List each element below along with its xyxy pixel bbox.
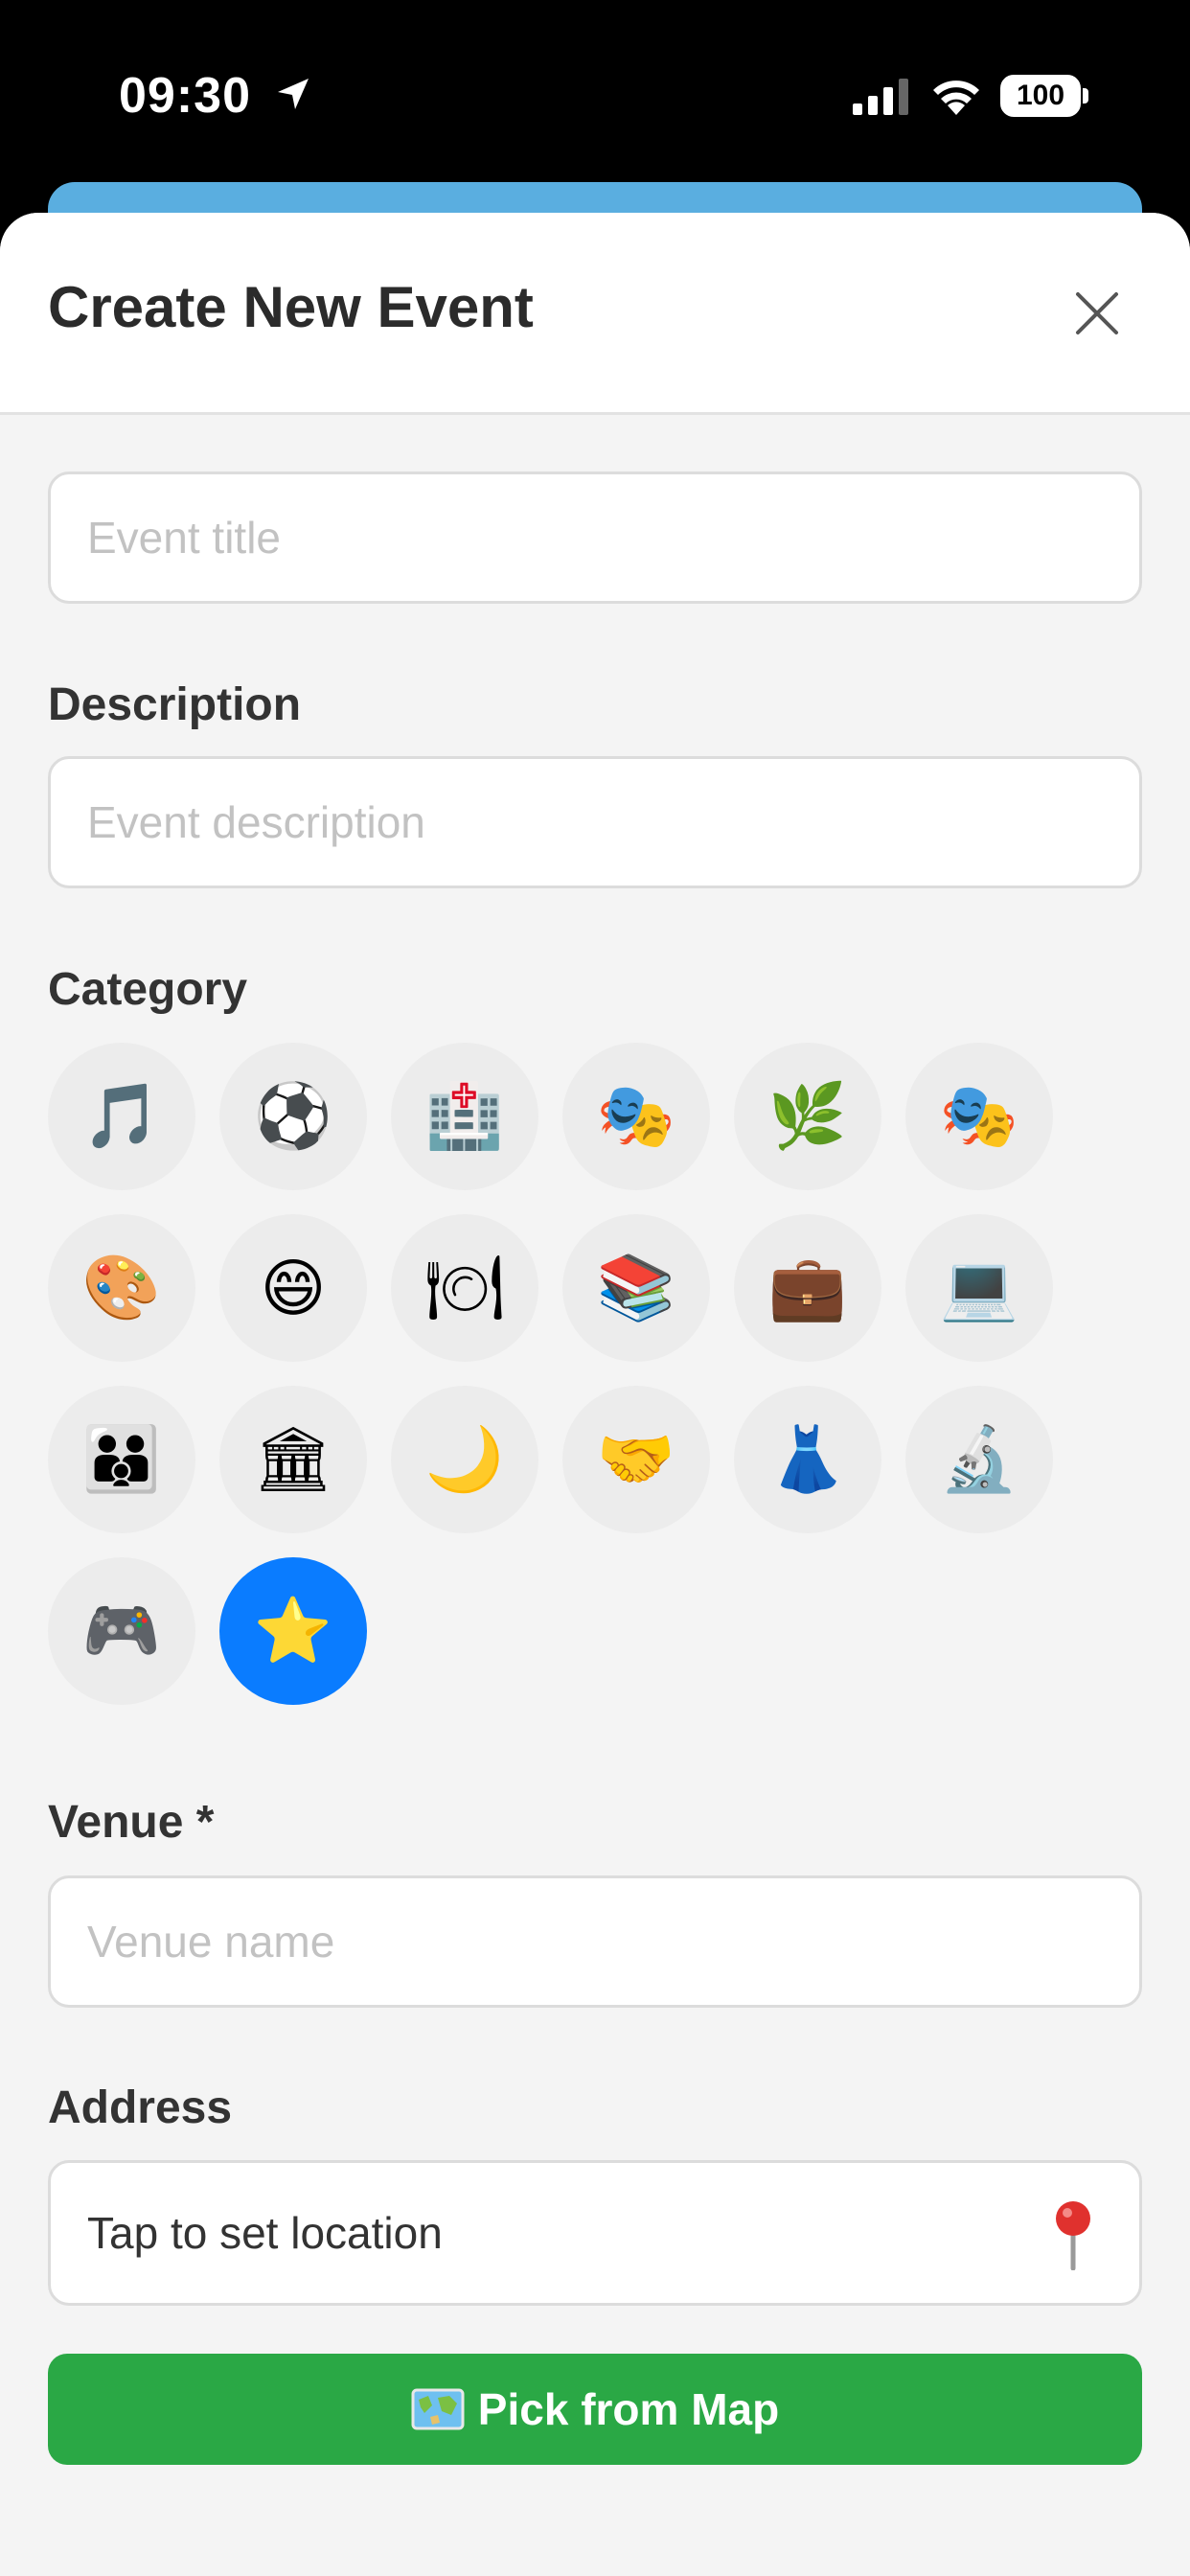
dress-icon: 👗	[767, 1422, 848, 1496]
category-option-theater-masks[interactable]: 🎭	[905, 1043, 1053, 1190]
artist-palette-icon: 🎨	[81, 1251, 162, 1324]
category-option-grinning-face[interactable]: 😄	[219, 1214, 367, 1362]
address-field[interactable]: Tap to set location	[48, 2160, 1142, 2306]
category-option-plate-cutlery[interactable]: 🍽	[391, 1214, 538, 1362]
classical-building-icon: 🏛	[253, 1422, 333, 1496]
description-label: Description	[48, 679, 302, 730]
address-label: Address	[48, 2082, 233, 2133]
category-option-dress[interactable]: 👗	[734, 1386, 881, 1533]
wifi-icon	[933, 80, 979, 115]
event-description-input[interactable]: Event description	[48, 756, 1142, 888]
world-map-icon	[411, 2388, 465, 2430]
close-icon	[1076, 292, 1118, 334]
cellular-signal-icon	[853, 79, 908, 115]
star-icon: ⭐	[253, 1594, 333, 1668]
crescent-moon-icon: 🌙	[424, 1422, 505, 1496]
handshake-icon: 🤝	[596, 1422, 676, 1496]
category-option-classical-building[interactable]: 🏛	[219, 1386, 367, 1533]
category-option-hospital[interactable]: 🏥	[391, 1043, 538, 1190]
briefcase-icon: 💼	[767, 1251, 848, 1324]
category-option-briefcase[interactable]: 💼	[734, 1214, 881, 1362]
theater-masks-icon: 🎭	[939, 1079, 1019, 1153]
game-controller-icon: 🎮	[81, 1594, 162, 1668]
category-option-laptop[interactable]: 💻	[905, 1214, 1053, 1362]
event-title-input[interactable]: Event title	[48, 472, 1142, 604]
category-option-family[interactable]: 👪	[48, 1386, 195, 1533]
grinning-face-icon: 😄	[260, 1251, 327, 1325]
category-option-soccer-ball[interactable]: ⚽	[219, 1043, 367, 1190]
venue-label: Venue *	[48, 1797, 215, 1848]
plate-cutlery-icon: 🍽	[424, 1251, 505, 1324]
books-icon: 📚	[596, 1251, 676, 1324]
venue-name-input[interactable]: Venue name	[48, 1875, 1142, 2008]
category-option-crescent-moon[interactable]: 🌙	[391, 1386, 538, 1533]
hospital-icon: 🏥	[424, 1079, 505, 1153]
battery-indicator: 100	[1000, 75, 1081, 117]
category-option-artist-palette[interactable]: 🎨	[48, 1214, 195, 1362]
category-option-books[interactable]: 📚	[562, 1214, 710, 1362]
pick-from-map-label: Pick from Map	[477, 2384, 780, 2434]
theater-masks-icon: 🎭	[596, 1079, 676, 1153]
category-option-music-note[interactable]: 🎵	[48, 1043, 195, 1190]
status-time: 09:30	[119, 68, 251, 124]
category-option-microscope[interactable]: 🔬	[905, 1386, 1053, 1533]
pick-from-map-button[interactable]: Pick from Map	[48, 2354, 1142, 2465]
herb-icon: 🌿	[767, 1079, 848, 1153]
sheet-header: Create New Event	[0, 213, 1190, 415]
status-bar: 09:30 100	[0, 0, 1190, 182]
category-option-herb[interactable]: 🌿	[734, 1043, 881, 1190]
soccer-ball-icon: ⚽	[253, 1079, 333, 1153]
category-option-theater-masks[interactable]: 🎭	[562, 1043, 710, 1190]
sheet-title: Create New Event	[48, 275, 534, 339]
battery-tip	[1083, 88, 1088, 104]
map-pin-icon	[1056, 2201, 1090, 2270]
category-option-game-controller[interactable]: 🎮	[48, 1557, 195, 1705]
category-option-handshake[interactable]: 🤝	[562, 1386, 710, 1533]
create-event-sheet: Create New Event Event title Description…	[0, 213, 1190, 2576]
family-icon: 👪	[81, 1422, 162, 1496]
address-value: Tap to set location	[87, 2208, 443, 2258]
category-option-star[interactable]: ⭐	[219, 1557, 367, 1705]
music-note-icon: 🎵	[81, 1079, 162, 1153]
laptop-icon: 💻	[939, 1251, 1019, 1324]
location-arrow-icon	[278, 79, 309, 109]
close-button[interactable]	[1064, 280, 1131, 347]
microscope-icon: 🔬	[939, 1422, 1019, 1496]
category-label: Category	[48, 964, 248, 1015]
